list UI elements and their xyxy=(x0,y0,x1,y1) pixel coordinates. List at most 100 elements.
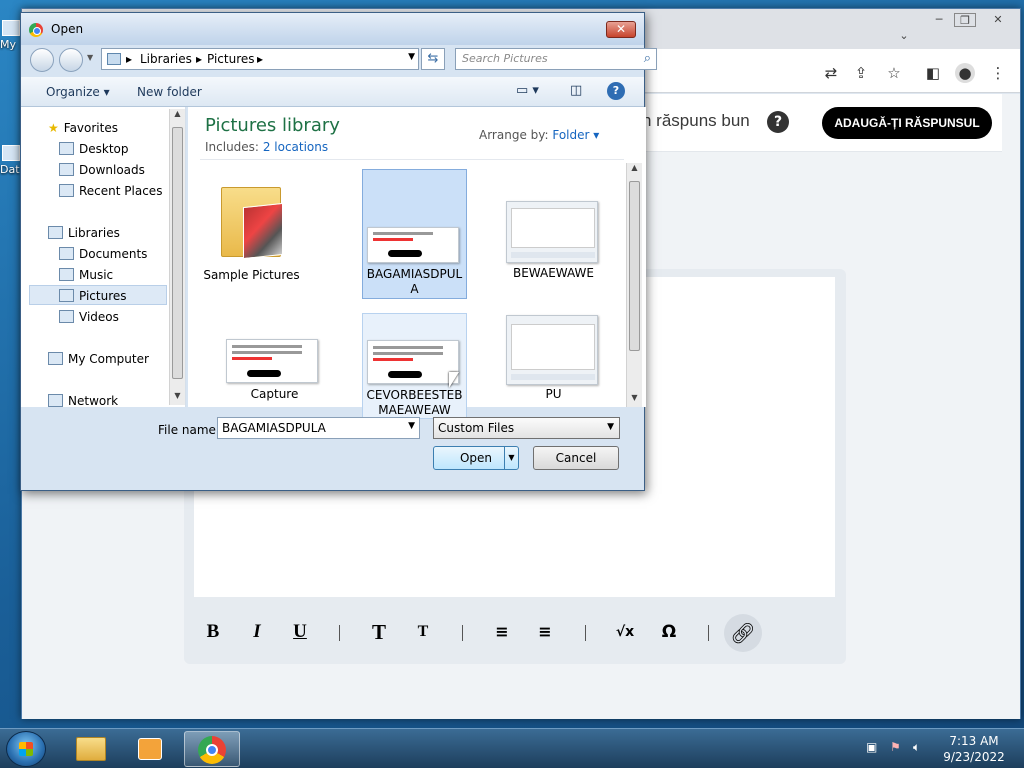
nav-desktop[interactable]: Desktop xyxy=(59,142,129,156)
share-icon[interactable]: ⇪ xyxy=(851,63,871,83)
nav-scrollbar[interactable]: ▲ ▼ xyxy=(169,109,185,405)
scroll-up-icon[interactable]: ▲ xyxy=(170,109,185,123)
file-tile-bewaewawe[interactable]: BEWAEWAWE xyxy=(501,169,606,299)
attach-file-icon[interactable]: 🔗︎ xyxy=(724,614,762,652)
nav-recent-places[interactable]: Recent Places xyxy=(59,184,162,198)
volume-icon[interactable]: 🔈︎ xyxy=(913,740,920,755)
nav-label: Downloads xyxy=(79,163,145,177)
open-button[interactable]: Open ▼ xyxy=(433,446,519,470)
heading-large-button[interactable]: T xyxy=(366,619,392,645)
desktop-icon-data[interactable]: Dat xyxy=(0,145,22,176)
scroll-down-icon[interactable]: ▼ xyxy=(170,391,185,405)
file-icon xyxy=(2,145,20,161)
bullet-list-button[interactable]: ≡ xyxy=(532,619,558,645)
address-bar[interactable]: ▸ Libraries ▸ Pictures ▸ ▼ xyxy=(101,48,419,70)
nav-libraries[interactable]: Libraries xyxy=(48,226,120,240)
search-input[interactable]: Search Pictures ⌕ xyxy=(455,48,657,70)
nav-my-computer[interactable]: My Computer xyxy=(48,352,149,366)
nav-favorites[interactable]: ★ Favorites xyxy=(48,121,118,135)
nav-music[interactable]: Music xyxy=(59,268,113,282)
minimize-button[interactable]: ─ xyxy=(928,13,950,29)
special-characters-button[interactable]: Ω xyxy=(656,619,682,645)
search-placeholder: Search Pictures xyxy=(462,52,548,65)
recent-locations-chevron-icon[interactable]: ▼ xyxy=(87,53,93,62)
file-name-dropdown-icon[interactable]: ▼ xyxy=(408,421,415,431)
nav-pictures[interactable]: Pictures xyxy=(59,289,127,303)
includes-locations-link[interactable]: 2 locations xyxy=(263,140,328,154)
file-name: BEWAEWAWE xyxy=(512,266,595,280)
underline-button[interactable]: U xyxy=(287,619,313,645)
mouse-cursor-icon xyxy=(449,372,459,388)
italic-button[interactable]: I xyxy=(244,619,270,645)
forward-button[interactable] xyxy=(59,48,83,72)
nav-label: Documents xyxy=(79,247,148,261)
start-button[interactable] xyxy=(6,731,46,767)
nav-documents[interactable]: Documents xyxy=(59,247,147,261)
scroll-up-icon[interactable]: ▲ xyxy=(627,163,642,177)
pictures-icon xyxy=(59,289,74,302)
bookmark-star-icon[interactable]: ☆ xyxy=(884,63,904,83)
open-split-dropdown-icon[interactable]: ▼ xyxy=(504,447,518,469)
file-name-input[interactable]: BAGAMIASDPULA ▼ xyxy=(217,417,420,439)
breadcrumb-libraries[interactable]: Libraries xyxy=(140,52,192,66)
tab-search-icon[interactable]: ⌄ xyxy=(896,29,912,45)
scroll-down-icon[interactable]: ▼ xyxy=(627,393,642,407)
nav-downloads[interactable]: Downloads xyxy=(59,163,145,177)
command-bar: Organize ▾ New folder ▭ ▾ ◫ ? xyxy=(21,77,644,107)
breadcrumb-separator-icon: ▸ xyxy=(257,52,264,66)
arrange-by-dropdown[interactable]: Folder ▾ xyxy=(552,128,599,142)
search-icon: ⌕ xyxy=(643,51,651,66)
address-dropdown-icon[interactable]: ▼ xyxy=(408,52,415,62)
library-includes: Includes: 2 locations xyxy=(205,140,328,154)
dialog-close-button[interactable]: ✕ xyxy=(606,21,636,38)
library-title: Pictures library xyxy=(205,115,340,136)
dialog-title-bar: Open ✕ xyxy=(21,13,644,45)
taskbar-explorer[interactable] xyxy=(62,731,118,767)
file-tile-sample-pictures[interactable]: Sample Pictures xyxy=(199,169,304,299)
action-center-flag-icon[interactable]: ⚑ xyxy=(890,740,901,754)
taskbar-media-player[interactable] xyxy=(122,731,178,767)
formula-button[interactable]: √x xyxy=(608,619,642,645)
file-type-select[interactable]: Custom Files ▼ xyxy=(433,417,620,439)
numbered-list-button[interactable]: ≡ xyxy=(489,619,515,645)
header-divider xyxy=(200,159,624,160)
chevron-down-icon: ▼ xyxy=(607,422,614,432)
add-answer-button[interactable]: ADAUGĂ-ȚI RĂSPUNSUL xyxy=(822,107,992,139)
nav-network[interactable]: Network xyxy=(48,394,118,408)
preview-pane-icon[interactable]: ◫ xyxy=(570,83,582,98)
organize-button[interactable]: Organize ▾ xyxy=(46,85,110,99)
help-icon[interactable]: ? xyxy=(767,111,789,133)
close-window-button[interactable]: ✕ xyxy=(984,13,1012,29)
arrange-by: Arrange by: Folder ▾ xyxy=(479,128,599,142)
bold-button[interactable]: B xyxy=(200,619,226,645)
new-folder-button[interactable]: New folder xyxy=(137,85,202,99)
image-thumbnail xyxy=(367,227,459,263)
file-list-scrollbar[interactable]: ▲ ▼ xyxy=(626,163,642,407)
taskbar-chrome[interactable] xyxy=(184,731,240,767)
scrollbar-thumb[interactable] xyxy=(172,127,183,379)
menu-kebab-icon[interactable]: ⋮ xyxy=(988,63,1008,83)
network-tray-icon[interactable]: ▣ xyxy=(866,740,877,754)
desktop-icon-my-computer[interactable]: My xyxy=(0,20,22,51)
system-clock[interactable]: 7:13 AM 9/23/2022 xyxy=(930,733,1018,765)
breadcrumb-pictures[interactable]: Pictures xyxy=(207,52,255,66)
toolbar-divider xyxy=(708,625,709,641)
scrollbar-thumb[interactable] xyxy=(629,181,640,351)
help-icon[interactable]: ? xyxy=(607,82,625,100)
translate-icon[interactable]: ⇄ xyxy=(821,63,841,83)
maximize-button[interactable]: ❐ xyxy=(954,13,976,27)
chrome-icon xyxy=(198,736,226,764)
refresh-icon[interactable]: ⇆ xyxy=(421,48,445,70)
change-view-icon[interactable]: ▭ ▾ xyxy=(516,83,539,98)
file-tile-cevorbeestebmaeaweaw[interactable]: CEVORBEESTEBMAEAWEAW xyxy=(362,313,467,419)
cancel-button[interactable]: Cancel xyxy=(533,446,619,470)
downloads-icon xyxy=(59,163,74,176)
file-tile-bagamiasdpula[interactable]: BAGAMIASDPULA xyxy=(362,169,467,299)
desktop-icon xyxy=(59,142,74,155)
nav-videos[interactable]: Videos xyxy=(59,310,119,324)
heading-small-button[interactable]: T xyxy=(410,619,436,645)
profile-avatar-icon[interactable]: ● xyxy=(955,63,975,83)
back-button[interactable] xyxy=(30,48,54,72)
side-panel-icon[interactable]: ◧ xyxy=(923,63,943,83)
navigation-pane: ★ Favorites Desktop Downloads Recent Plac… xyxy=(21,107,186,408)
